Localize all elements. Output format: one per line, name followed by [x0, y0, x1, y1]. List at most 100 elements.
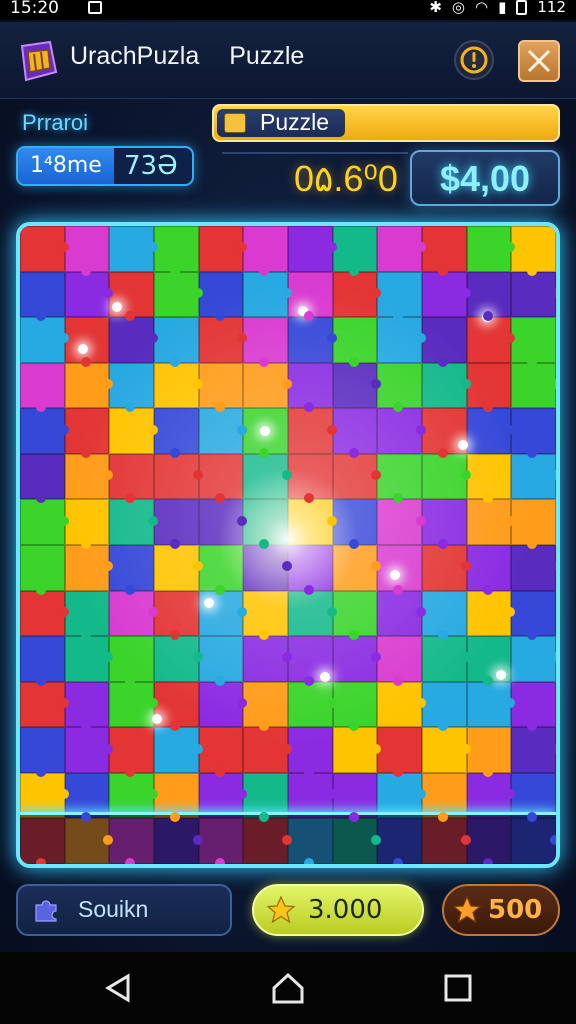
puzzle-piece[interactable] — [243, 590, 288, 640]
puzzle-piece[interactable] — [64, 681, 110, 731]
puzzle-piece[interactable] — [20, 408, 69, 454]
puzzle-piece[interactable] — [109, 499, 158, 545]
puzzle-piece[interactable] — [288, 453, 333, 503]
puzzle-piece[interactable] — [243, 226, 288, 276]
puzzle-piece[interactable] — [20, 453, 65, 503]
puzzle-piece[interactable] — [243, 681, 288, 731]
puzzle-piece[interactable] — [109, 317, 158, 363]
puzzle-piece[interactable] — [288, 226, 337, 272]
home-icon[interactable] — [270, 970, 306, 1006]
puzzle-piece[interactable] — [154, 545, 203, 591]
puzzle-piece[interactable] — [511, 271, 556, 318]
puzzle-piece[interactable] — [377, 727, 422, 777]
puzzle-piece[interactable] — [332, 545, 381, 591]
puzzle-piece[interactable] — [332, 681, 378, 731]
puzzle-piece[interactable] — [422, 545, 471, 591]
puzzle-piece[interactable] — [154, 636, 203, 682]
puzzle-piece[interactable] — [288, 271, 333, 321]
puzzle-piece[interactable] — [20, 727, 65, 777]
close-button[interactable] — [518, 40, 560, 82]
puzzle-piece[interactable] — [511, 727, 556, 773]
recent-apps-icon[interactable] — [440, 970, 476, 1006]
puzzle-piece[interactable] — [198, 681, 247, 728]
puzzle-piece[interactable] — [377, 499, 426, 545]
puzzle-piece[interactable] — [466, 362, 512, 412]
puzzle-piece[interactable] — [64, 362, 113, 409]
puzzle-piece[interactable] — [109, 545, 154, 595]
puzzle-piece[interactable] — [109, 453, 154, 503]
puzzle-piece[interactable] — [288, 727, 333, 777]
puzzle-piece[interactable] — [422, 727, 471, 773]
puzzle-piece[interactable] — [109, 590, 158, 637]
puzzle-piece[interactable] — [109, 362, 154, 412]
puzzle-piece[interactable] — [20, 545, 65, 595]
puzzle-piece[interactable] — [154, 727, 203, 773]
puzzle-piece[interactable] — [422, 226, 467, 276]
puzzle-piece[interactable] — [154, 226, 199, 276]
puzzle-piece[interactable] — [20, 590, 69, 637]
puzzle-piece[interactable] — [466, 271, 512, 321]
puzzle-piece[interactable] — [154, 271, 203, 318]
puzzle-piece[interactable] — [198, 408, 247, 454]
puzzle-piece[interactable] — [243, 545, 292, 591]
puzzle-piece[interactable] — [466, 226, 515, 272]
money-box[interactable]: $4,00 — [410, 150, 560, 206]
puzzle-piece[interactable] — [20, 499, 69, 545]
puzzle-piece[interactable] — [466, 681, 515, 728]
puzzle-piece[interactable] — [422, 362, 471, 409]
puzzle-piece[interactable] — [332, 727, 381, 773]
puzzle-piece[interactable] — [422, 681, 467, 731]
puzzle-piece[interactable] — [377, 226, 426, 272]
gems-button[interactable]: 500 — [442, 884, 560, 936]
puzzle-piece[interactable] — [332, 362, 381, 409]
puzzle-piece[interactable] — [20, 362, 65, 412]
puzzle-piece[interactable] — [64, 226, 110, 276]
puzzle-piece[interactable] — [198, 636, 244, 686]
puzzle-piece[interactable] — [377, 317, 426, 363]
puzzle-piece[interactable] — [377, 362, 422, 412]
puzzle-piece[interactable] — [332, 590, 378, 640]
puzzle-piece[interactable] — [109, 727, 154, 777]
puzzle-piece[interactable] — [377, 408, 426, 454]
puzzle-piece[interactable] — [64, 636, 113, 682]
puzzle-piece[interactable] — [154, 590, 199, 640]
puzzle-piece[interactable] — [109, 408, 158, 454]
puzzle-piece[interactable] — [20, 271, 65, 321]
puzzle-piece[interactable] — [466, 727, 512, 777]
puzzle-piece[interactable] — [332, 636, 381, 682]
puzzle-piece[interactable] — [243, 636, 292, 682]
puzzle-piece[interactable] — [332, 453, 381, 500]
puzzle-piece[interactable] — [332, 408, 378, 458]
puzzle-piece[interactable] — [243, 362, 292, 409]
puzzle-piece[interactable] — [198, 362, 244, 412]
back-icon[interactable] — [100, 970, 136, 1006]
puzzle-piece[interactable] — [466, 590, 515, 637]
puzzle-piece[interactable] — [422, 499, 467, 549]
puzzle-piece[interactable] — [288, 590, 337, 637]
puzzle-piece[interactable] — [288, 362, 333, 412]
puzzle-piece[interactable] — [422, 271, 471, 318]
puzzle-piece[interactable] — [154, 408, 199, 458]
puzzle-piece[interactable] — [511, 681, 556, 731]
puzzle-piece[interactable] — [466, 317, 515, 363]
puzzle-piece[interactable] — [332, 499, 378, 549]
puzzle-piece[interactable] — [511, 499, 556, 549]
coins-button[interactable]: 3.000 — [252, 884, 424, 936]
puzzle-piece[interactable] — [466, 453, 512, 503]
puzzle-piece[interactable] — [198, 226, 247, 272]
puzzle-piece[interactable] — [332, 271, 381, 318]
puzzle-piece[interactable] — [109, 226, 158, 272]
puzzle-piece[interactable] — [20, 681, 69, 728]
puzzle-piece[interactable] — [288, 408, 337, 454]
puzzle-piece[interactable] — [198, 317, 247, 363]
puzzle-piece[interactable] — [511, 362, 556, 409]
puzzle-piece[interactable] — [198, 545, 244, 595]
puzzle-piece[interactable] — [511, 636, 556, 682]
puzzle-piece[interactable] — [466, 545, 512, 595]
puzzle-piece[interactable] — [466, 408, 515, 454]
puzzle-piece[interactable] — [64, 727, 113, 773]
puzzle-piece[interactable] — [422, 453, 471, 500]
puzzle-piece[interactable] — [422, 590, 467, 640]
puzzle-piece[interactable] — [377, 545, 422, 595]
puzzle-piece[interactable] — [154, 317, 199, 367]
